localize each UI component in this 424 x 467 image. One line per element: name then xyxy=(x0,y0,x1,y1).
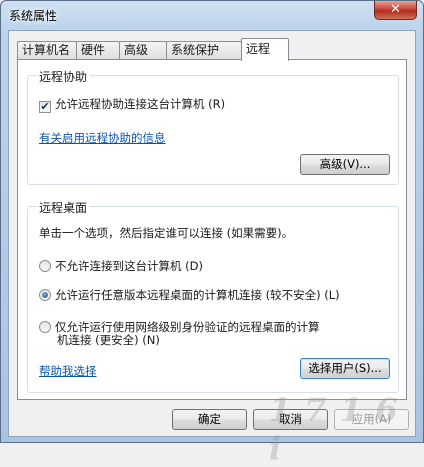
tab-computer-name[interactable]: 计算机名 xyxy=(17,41,77,60)
check-icon: ✔ xyxy=(40,100,50,113)
option-no-connections-radio[interactable] xyxy=(39,260,51,272)
allow-remote-assistance-checkbox[interactable]: ✔ xyxy=(39,101,51,113)
ok-button[interactable]: 确定 xyxy=(172,409,247,430)
option-no-connections-label: 不允许连接到这台计算机 (D) xyxy=(55,259,203,273)
remote-desktop-group: 远程桌面 单击一个选项，然后指定谁可以连接 (如果需要)。 不允许连接到这台计算… xyxy=(27,199,399,393)
close-icon: ✕ xyxy=(390,2,401,17)
option-any-version-row[interactable]: 允许运行任意版本远程桌面的计算机连接 (较不安全) (L) xyxy=(39,287,340,303)
apply-button[interactable]: 应用(A) xyxy=(334,409,409,430)
remote-assistance-group-title: 远程协助 xyxy=(36,68,91,85)
close-button[interactable]: ✕ xyxy=(374,1,417,20)
allow-remote-assistance-label: 允许远程协助连接这台计算机 (R) xyxy=(55,97,226,111)
select-users-button[interactable]: 选择用户(S)... xyxy=(300,358,390,379)
system-properties-window: 系统属性 ✕ 计算机名 硬件 高级 系统保护 远程 远程协助 ✔ 允许远程协助连接… xyxy=(0,0,424,467)
remote-desktop-group-title: 远程桌面 xyxy=(36,199,91,216)
option-no-connections-row[interactable]: 不允许连接到这台计算机 (D) xyxy=(39,258,203,274)
option-nla-only-label-line2: 机连接 (更安全) (N) xyxy=(57,333,160,347)
option-nla-only-label-line1: 仅允许运行使用网络级别身份验证的远程桌面的计算 xyxy=(55,320,320,334)
window-title: 系统属性 xyxy=(9,9,58,23)
allow-remote-assistance-row[interactable]: ✔ 允许远程协助连接这台计算机 (R) xyxy=(39,96,225,113)
tab-advanced[interactable]: 高级 xyxy=(119,41,167,60)
option-any-version-label: 允许运行任意版本远程桌面的计算机连接 (较不安全) (L) xyxy=(55,288,340,302)
option-nla-only-row[interactable]: 仅允许运行使用网络级别身份验证的远程桌面的计算 机连接 (更安全) (N) xyxy=(39,321,320,347)
option-any-version-radio[interactable] xyxy=(39,289,51,301)
title-bar[interactable]: 系统属性 ✕ xyxy=(1,1,423,31)
tab-remote[interactable]: 远程 xyxy=(241,38,289,61)
tab-system-protection[interactable]: 系统保护 xyxy=(166,41,242,60)
help-me-choose-link[interactable]: 帮助我选择 xyxy=(39,363,97,379)
remote-tab-panel: 远程协助 ✔ 允许远程协助连接这台计算机 (R) 有关启用远程协助的信息 高级(V… xyxy=(17,59,407,400)
remote-assistance-group: 远程协助 ✔ 允许远程协助连接这台计算机 (R) 有关启用远程协助的信息 高级(V… xyxy=(27,68,399,185)
advanced-button[interactable]: 高级(V)... xyxy=(300,154,390,175)
option-nla-only-radio[interactable] xyxy=(39,321,51,333)
remote-assistance-info-link[interactable]: 有关启用远程协助的信息 xyxy=(39,130,166,146)
cancel-button[interactable]: 取消 xyxy=(253,409,328,430)
tab-hardware[interactable]: 硬件 xyxy=(76,41,120,60)
remote-desktop-instruction: 单击一个选项，然后指定谁可以连接 (如果需要)。 xyxy=(39,226,294,240)
dialog-client-area: 计算机名 硬件 高级 系统保护 远程 远程协助 ✔ 允许远程协助连接这台计算机 (… xyxy=(8,30,416,437)
